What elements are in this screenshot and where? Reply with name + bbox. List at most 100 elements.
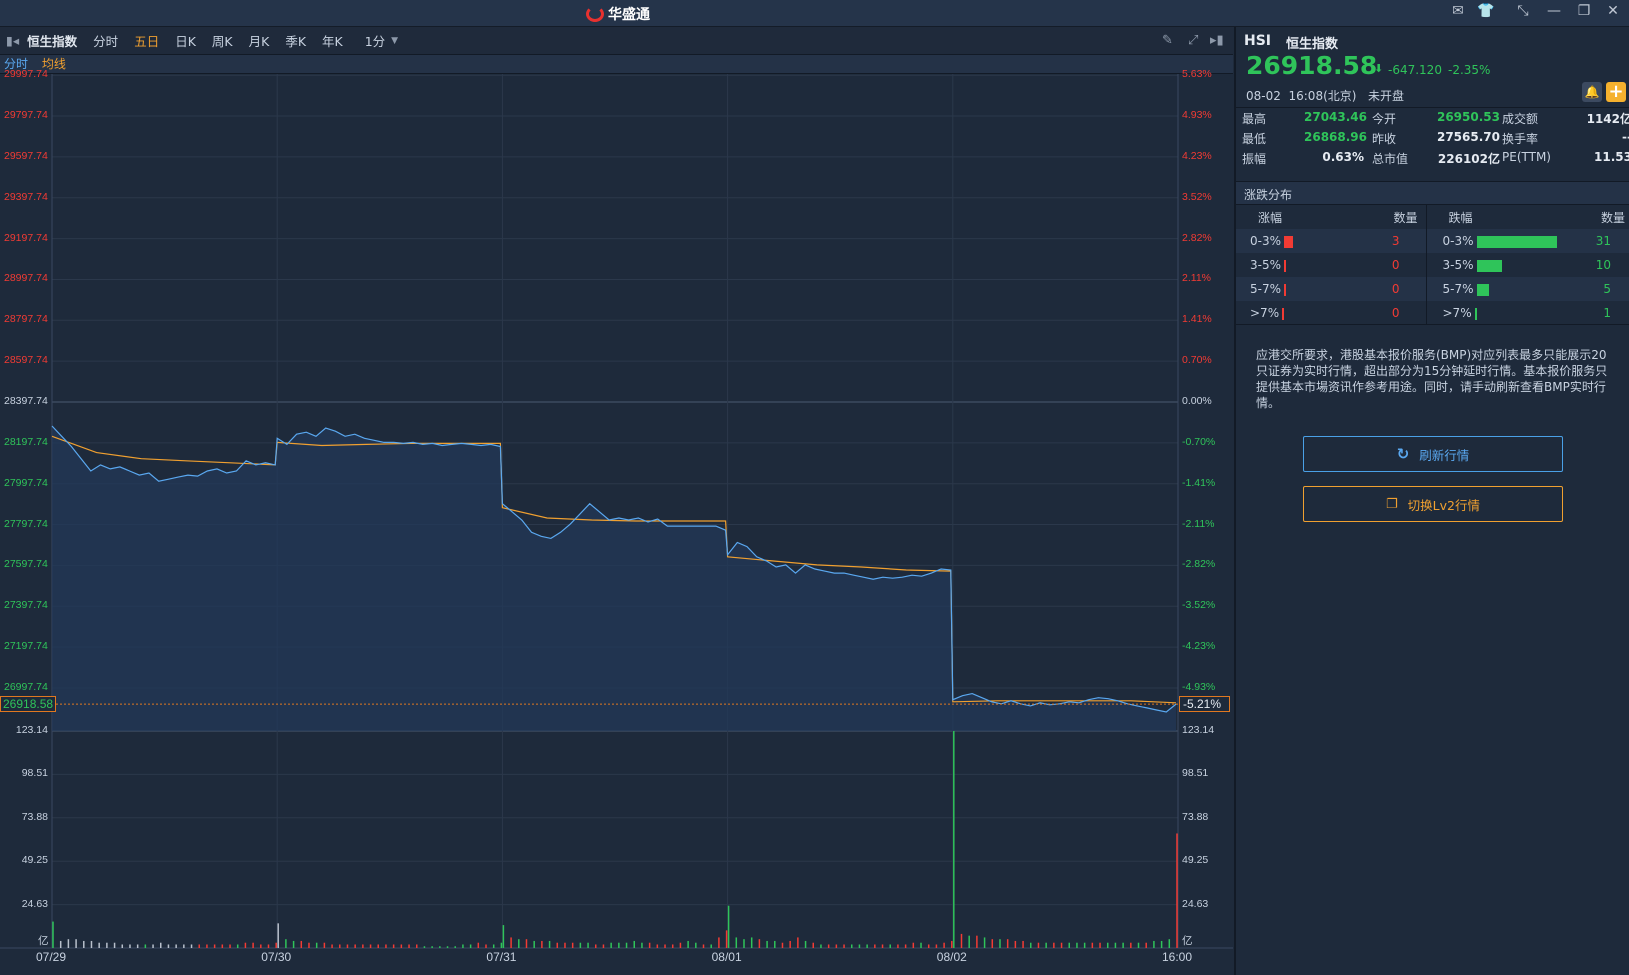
interval-select[interactable]: 1分 (365, 31, 385, 50)
up-bar (1284, 259, 1287, 272)
x-axis-label: 08/01 (711, 950, 742, 964)
stat-value: 27043.46 (1304, 110, 1368, 124)
pct-tick-label: 2.82% (1182, 231, 1212, 244)
pct-tick-label: 3.52% (1182, 190, 1212, 203)
pct-tick-label: -4.93% (1182, 680, 1216, 693)
pct-tick-label: -2.11% (1182, 517, 1215, 530)
volume-tick-label: 49.25 (1182, 854, 1209, 867)
current-price-label: 26918.58 (0, 696, 57, 713)
refresh-quote-button[interactable]: ↻ 刷新行情 (1303, 436, 1563, 472)
shrink-icon[interactable]: ⤡ (1512, 3, 1534, 19)
up-bar (1284, 283, 1287, 296)
up-range: >7% (1250, 306, 1280, 320)
mail-icon[interactable]: ✉ (1447, 3, 1469, 19)
up-count: 0 (1366, 277, 1427, 301)
minimize-button[interactable]: — (1543, 3, 1565, 19)
stat-label: 振幅 (1242, 152, 1267, 166)
stat-value: 27565.70 (1436, 130, 1500, 144)
switch-lv2-button[interactable]: ❐ 切换Lv2行情 (1303, 486, 1563, 522)
down-bar (1476, 259, 1503, 272)
bmp-notice: 应港交所要求，港股基本报价服务(BMP)对应列表最多只能展示20只证券为实时行情… (1256, 348, 1608, 410)
refresh-icon: ↻ (1396, 445, 1410, 463)
price-tick-label: 28597.74 (4, 354, 48, 367)
stat-value: 26950.53 (1436, 110, 1500, 124)
quote-time: 08-02 16:08(北京) (1246, 89, 1357, 103)
quote-panel: HSI 恒生指数 26918.58 ⬇ -647.120 -2.35% 08-0… (1234, 27, 1629, 975)
lv2-label: 切换Lv2行情 (1407, 497, 1480, 513)
price-tick-label: 28197.74 (4, 435, 48, 448)
price-tick-label: 29397.74 (4, 190, 48, 203)
stat-label: PE(TTM) (1502, 150, 1551, 164)
market-status: 未开盘 (1368, 89, 1405, 103)
alert-bell-icon[interactable]: 🔔 (1582, 82, 1602, 102)
divider (1236, 324, 1629, 325)
price-tick-label: 29597.74 (4, 149, 48, 162)
add-watchlist-button[interactable]: + (1606, 82, 1626, 102)
tab-yearly-k[interactable]: 年K (322, 31, 343, 50)
stat-value: 1142亿 (1586, 112, 1629, 126)
up-range: 3-5% (1250, 258, 1282, 272)
header-down-count: 数量 (1600, 210, 1625, 225)
tab-daily-k[interactable]: 日K (175, 31, 196, 50)
distribution-title: 涨跌分布 (1236, 181, 1629, 205)
refresh-label: 刷新行情 (1419, 447, 1470, 463)
stat-value: 11.53 (1594, 150, 1629, 164)
price-tick-label: 29197.74 (4, 231, 48, 244)
header-up-range: 涨幅 (1258, 210, 1283, 225)
restore-button[interactable]: ❐ (1573, 3, 1595, 19)
app-title: 华盛通 (608, 7, 650, 23)
tab-quarterly-k[interactable]: 季K (285, 31, 306, 50)
stat-label: 最高 (1242, 112, 1267, 126)
pct-tick-label: -0.70% (1182, 435, 1216, 448)
tab-five-day[interactable]: 五日 (134, 31, 159, 50)
price-tick-label: 29797.74 (4, 109, 48, 122)
distribution-table: 涨幅 数量 跌幅 数量 0-3% 3 0-3% 31 3-5% 0 3-5% 10 5-7… (1236, 205, 1629, 325)
volume-tick-label: 73.88 (1182, 810, 1209, 823)
up-count: 3 (1366, 229, 1427, 253)
stock-code: HSI (1244, 33, 1272, 49)
down-count: 5 (1603, 282, 1611, 296)
skin-icon[interactable]: 👕 (1475, 3, 1497, 19)
tab-weekly-k[interactable]: 周K (212, 31, 233, 50)
arrow-down-icon: ⬇ (1374, 62, 1384, 75)
up-count: 0 (1366, 253, 1427, 277)
fullscreen-icon[interactable]: ⤢ (1188, 33, 1198, 48)
volume-tick-label: 24.63 (1182, 897, 1209, 910)
volume-tick-label: 73.88 (21, 810, 48, 823)
volume-tick-label: 123.14 (15, 724, 48, 736)
pct-tick-label: -2.82% (1182, 558, 1216, 571)
down-count: 10 (1595, 258, 1611, 272)
pct-tick-label: -3.52% (1182, 599, 1216, 612)
price-area (52, 426, 1176, 731)
distribution-row: 3-5% 0 3-5% 10 (1236, 253, 1629, 277)
last-price: 26918.58 (1246, 51, 1378, 80)
price-tick-label: 26997.74 (4, 680, 48, 693)
x-axis-label: 16:00 (1162, 950, 1193, 964)
pct-tick-label: 1.41% (1182, 313, 1212, 326)
five-day-chart[interactable] (0, 74, 1233, 975)
price-change-pct: -2.35% (1448, 63, 1491, 77)
pct-tick-label: 4.23% (1182, 149, 1212, 162)
chevron-down-icon[interactable]: ▼ (391, 36, 398, 46)
up-bar (1284, 235, 1294, 248)
expand-panel-icon[interactable]: ▸▮ (1210, 33, 1224, 48)
close-button[interactable]: ✕ (1602, 3, 1624, 19)
stat-label: 昨收 (1372, 132, 1397, 146)
price-tick-label: 28397.74 (4, 395, 48, 407)
pencil-icon[interactable]: ✎ (1162, 33, 1173, 48)
collapse-panel-icon[interactable]: ▮◂ (6, 33, 19, 48)
volume-tick-label: 123.14 (1182, 724, 1215, 736)
volume-tick-label: 24.63 (21, 897, 48, 910)
up-bar (1282, 307, 1285, 320)
pct-tick-label: 0.00% (1182, 395, 1212, 407)
indicator-bar: 分时 均线 (0, 55, 1233, 74)
x-axis-label: 07/30 (261, 950, 292, 964)
tab-intraday[interactable]: 分时 (93, 31, 118, 50)
price-tick-label: 28997.74 (4, 272, 48, 285)
distribution-row: 5-7% 0 5-7% 5 (1236, 277, 1629, 301)
down-bar (1474, 307, 1478, 320)
volume-tick-label: 98.51 (1182, 767, 1209, 780)
volume-unit-label: 亿 (1182, 935, 1193, 947)
price-change: -647.120 (1388, 63, 1442, 77)
tab-monthly-k[interactable]: 月K (249, 31, 270, 50)
